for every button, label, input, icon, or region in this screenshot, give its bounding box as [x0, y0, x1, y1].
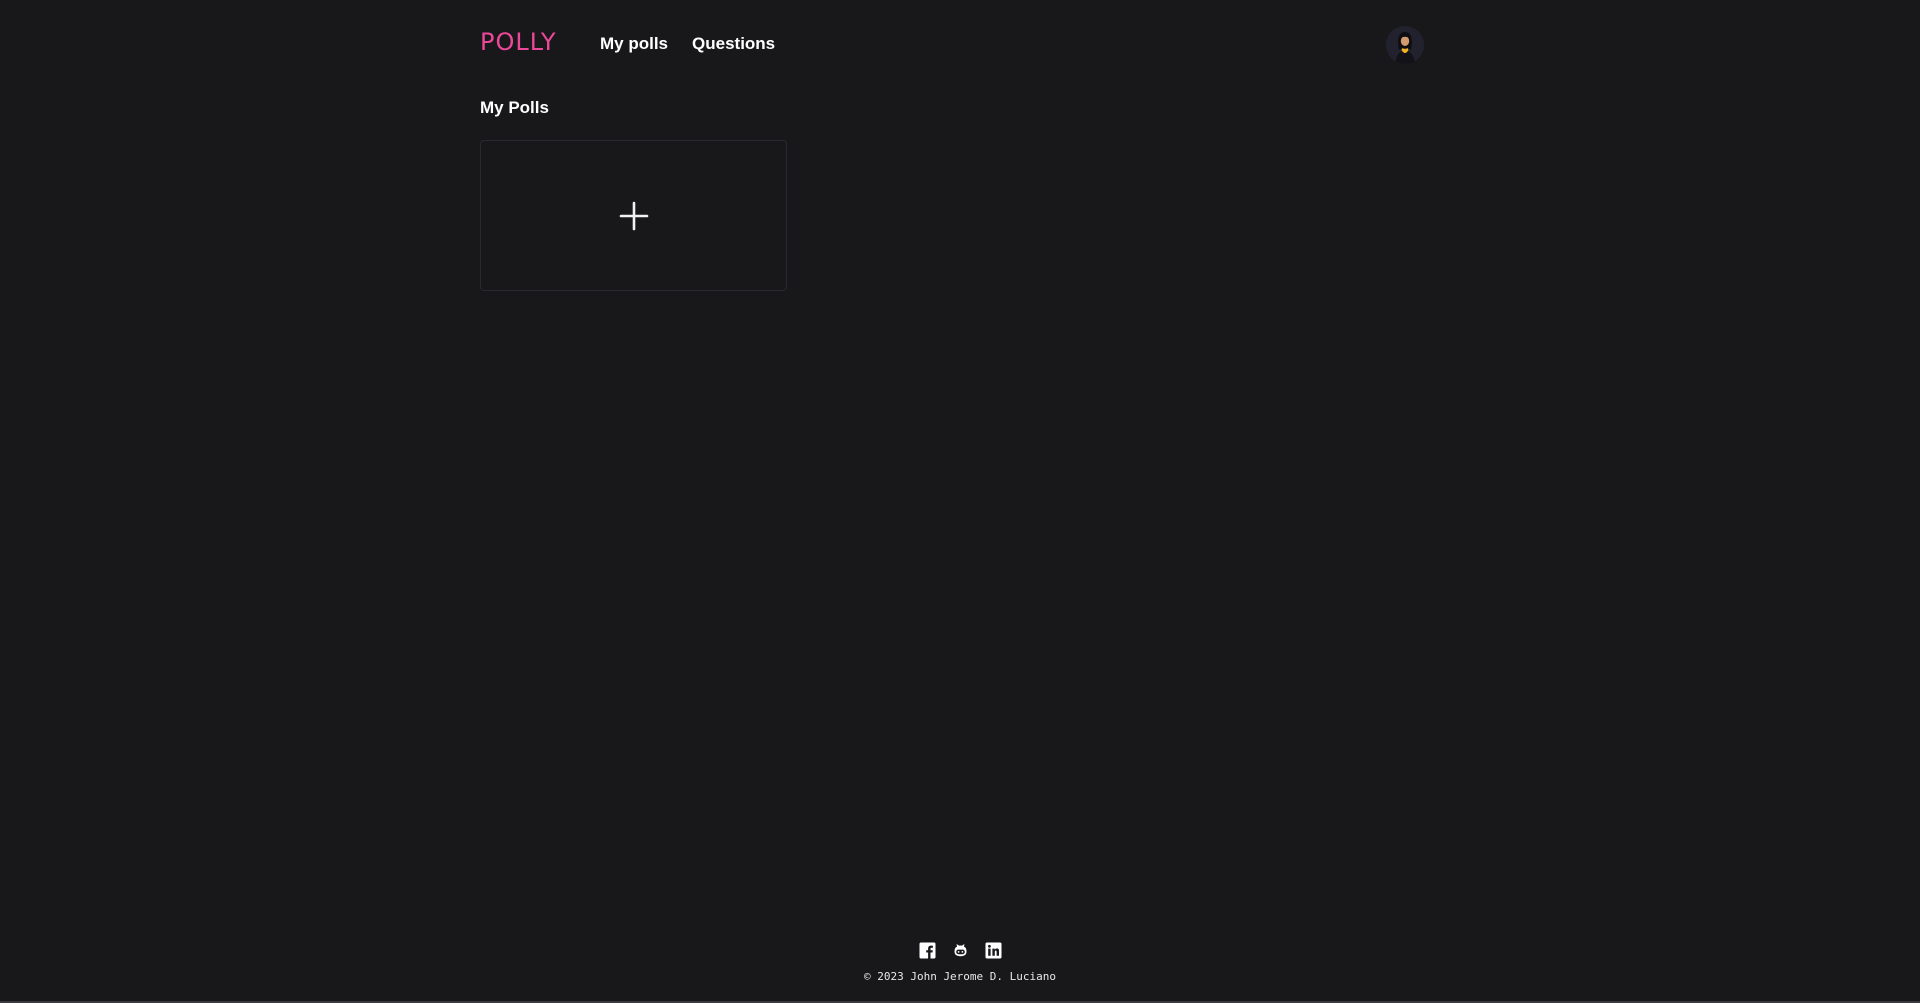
- footer: © 2023 John Jerome D. Luciano: [0, 942, 1920, 983]
- copyright-text: © 2023 John Jerome D. Luciano: [863, 970, 1057, 983]
- plus-icon: [619, 201, 648, 230]
- facebook-icon: [919, 942, 935, 959]
- nav-my-polls[interactable]: My polls: [600, 34, 668, 54]
- nav-questions[interactable]: Questions: [692, 34, 775, 54]
- add-poll-card[interactable]: [480, 140, 787, 291]
- main-nav: My polls Questions: [600, 34, 775, 54]
- social-links: [0, 942, 1920, 960]
- top-navbar: POLLY My polls Questions: [480, 24, 1424, 66]
- avatar-image: [1386, 26, 1424, 64]
- linkedin-link[interactable]: [985, 942, 1002, 959]
- github-icon: [954, 944, 966, 957]
- github-link[interactable]: [952, 942, 969, 959]
- facebook-link[interactable]: [919, 942, 936, 959]
- linkedin-icon: [985, 942, 1001, 959]
- brand-logo[interactable]: POLLY: [480, 28, 557, 56]
- page-title: My Polls: [480, 98, 549, 117]
- user-avatar[interactable]: [1386, 26, 1424, 64]
